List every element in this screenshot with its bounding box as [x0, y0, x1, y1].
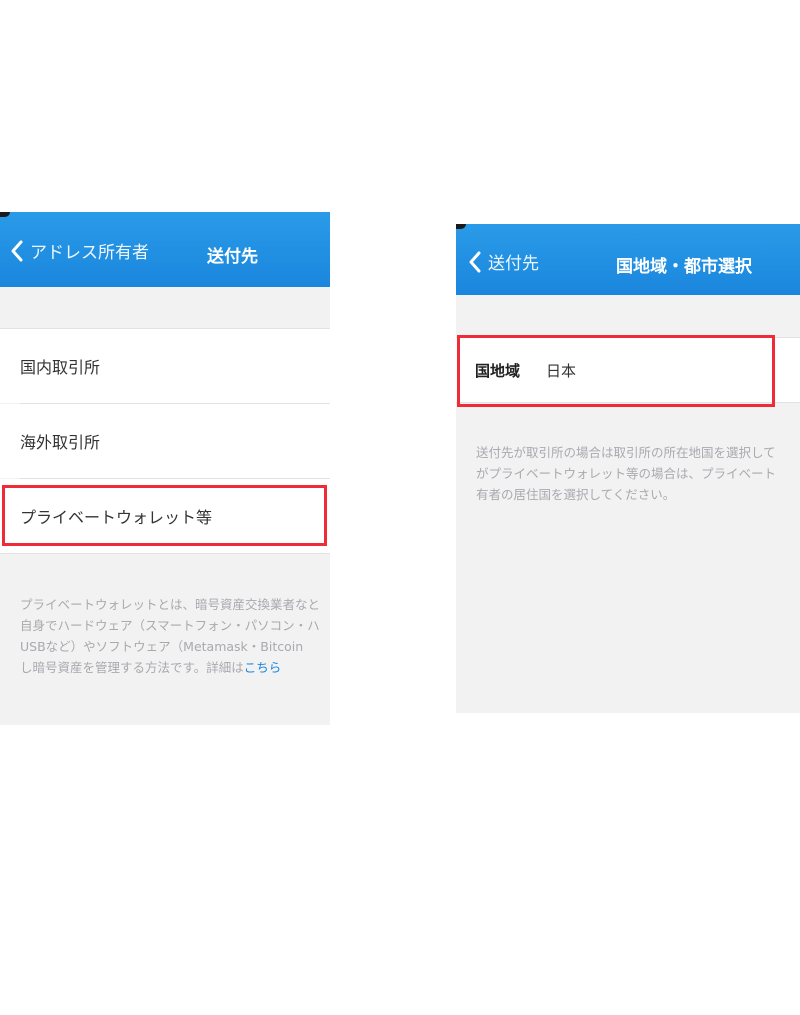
chevron-left-icon: [469, 251, 481, 272]
option-overseas-exchange[interactable]: 海外取引所: [0, 404, 330, 478]
back-button[interactable]: 送付先: [468, 249, 539, 274]
option-label: プライベートウォレット等: [20, 508, 213, 527]
option-domestic-exchange[interactable]: 国内取引所: [0, 329, 330, 403]
country-value: 日本: [546, 362, 577, 380]
note-line: し暗号資産を管理する方法です。詳細はこちら: [20, 657, 320, 678]
chevron-left-icon: [11, 240, 23, 261]
back-label: アドレス所有者: [30, 243, 149, 263]
private-wallet-note: プライベートウォレットとは、暗号資産交換業者なと 自身でハードウェア（スマートフ…: [20, 594, 320, 678]
status-corner: [0, 212, 10, 217]
nav-bar: 送付先 国地域・都市選択: [456, 224, 800, 295]
country-note: 送付先が取引所の場合は取引所の所在地国を選択して がプライベートウォレット等の場…: [476, 442, 776, 505]
note-text: し暗号資産を管理する方法です。詳細は: [20, 660, 244, 675]
option-private-wallet[interactable]: プライベートウォレット等: [0, 479, 330, 553]
note-line: がプライベートウォレット等の場合は、プライベート: [476, 466, 777, 481]
divider: [456, 402, 800, 403]
back-button[interactable]: アドレス所有者: [10, 238, 149, 263]
option-label: 海外取引所: [20, 433, 101, 452]
left-screen: アドレス所有者 送付先 国内取引所 海外取引所 プライベートウォレット等 プライ…: [0, 212, 330, 725]
country-label: 国地域: [475, 362, 521, 380]
details-link[interactable]: こちら: [244, 660, 282, 675]
country-select-row[interactable]: 国地域 日本: [456, 338, 800, 402]
page-title: 送付先: [207, 247, 258, 267]
note-line: USBなど）やソフトウェア（Metamask・Bitcoin: [20, 639, 304, 654]
option-label: 国内取引所: [20, 358, 101, 377]
note-line: 有者の居住国を選択してください。: [476, 487, 676, 502]
note-line: 自身でハードウェア（スマートフォン・パソコン・ハ: [20, 618, 320, 633]
note-line: 送付先が取引所の場合は取引所の所在地国を選択して: [476, 445, 776, 460]
right-screen: 送付先 国地域・都市選択 国地域 日本 送付先が取引所の場合は取引所の所在地国を…: [456, 224, 800, 713]
page-title: 国地域・都市選択: [616, 257, 752, 277]
divider: [0, 553, 330, 554]
back-label: 送付先: [488, 254, 539, 274]
nav-bar: アドレス所有者 送付先: [0, 212, 330, 287]
status-corner: [456, 224, 466, 229]
note-line: プライベートウォレットとは、暗号資産交換業者なと: [20, 597, 321, 612]
